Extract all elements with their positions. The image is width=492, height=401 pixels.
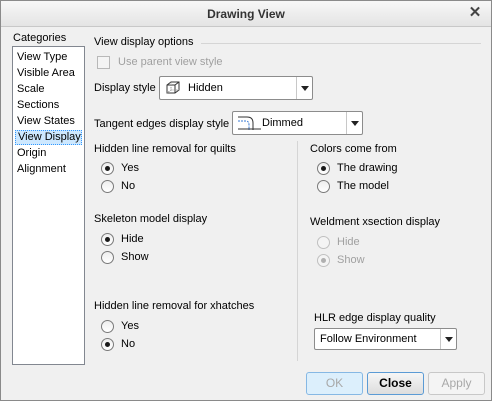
weldment-show-label: Show [337, 254, 365, 266]
hidden-line-cube-icon [166, 81, 180, 94]
tangent-edges-combo[interactable]: Dimmed [232, 111, 363, 135]
category-origin[interactable]: Origin [15, 146, 82, 161]
xhatches-yes-label: Yes [121, 320, 139, 332]
drawing-view-dialog: Drawing View ✕ Categories View Type Visi… [0, 0, 492, 401]
column-divider [297, 141, 298, 361]
close-button[interactable]: Close [367, 372, 424, 395]
category-alignment[interactable]: Alignment [15, 162, 82, 177]
tangent-edges-dropdown-button[interactable] [346, 112, 362, 134]
colors-model-radio[interactable] [317, 180, 330, 193]
hidden-line-xhatches-label: Hidden line removal for xhatches [94, 300, 255, 312]
ok-button[interactable]: OK [306, 372, 363, 395]
category-view-type[interactable]: View Type [15, 50, 82, 65]
xhatches-yes-radio[interactable] [101, 320, 114, 333]
hlr-quality-value: Follow Environment [320, 333, 417, 345]
chevron-down-icon [351, 121, 359, 126]
hlr-quality-label: HLR edge display quality [314, 312, 436, 324]
quilts-no-radio[interactable] [101, 180, 114, 193]
category-view-states[interactable]: View States [15, 114, 82, 129]
display-style-value: Hidden [188, 82, 223, 94]
category-scale[interactable]: Scale [15, 82, 82, 97]
hlr-quality-dropdown-button[interactable] [440, 329, 456, 349]
colors-drawing-label: The drawing [337, 162, 398, 174]
skeleton-hide-radio[interactable] [101, 233, 114, 246]
categories-list[interactable]: View Type Visible Area Scale Sections Vi… [12, 46, 85, 365]
colors-drawing-radio[interactable] [317, 162, 330, 175]
title-bar[interactable]: Drawing View ✕ [1, 1, 491, 27]
display-style-combo[interactable]: Hidden [159, 76, 313, 100]
close-icon[interactable]: ✕ [468, 5, 482, 21]
weldment-hide-radio[interactable] [317, 236, 330, 249]
apply-button[interactable]: Apply [428, 372, 485, 395]
chevron-down-icon [445, 337, 453, 342]
weldment-label: Weldment xsection display [310, 216, 441, 228]
display-style-dropdown-button[interactable] [296, 77, 312, 99]
dimmed-tangent-edge-icon [238, 116, 261, 130]
colors-from-label: Colors come from [310, 143, 397, 155]
dialog-title: Drawing View [207, 7, 285, 21]
weldment-show-radio[interactable] [317, 254, 330, 267]
skeleton-hide-label: Hide [121, 233, 144, 245]
use-parent-view-style-checkbox[interactable] [97, 56, 110, 69]
tangent-edges-label: Tangent edges display style [94, 118, 230, 130]
tangent-edges-value: Dimmed [262, 117, 303, 129]
category-visible-area[interactable]: Visible Area [15, 66, 82, 81]
quilts-no-label: No [121, 180, 136, 192]
category-view-display[interactable]: View Display [15, 130, 82, 145]
view-display-options-heading: View display options [94, 36, 194, 48]
skeleton-show-label: Show [121, 251, 149, 263]
colors-model-label: The model [337, 180, 389, 192]
skeleton-show-radio[interactable] [101, 251, 114, 264]
hlr-quality-combo[interactable]: Follow Environment [314, 328, 457, 350]
categories-label: Categories [13, 32, 67, 44]
chevron-down-icon [301, 86, 309, 91]
use-parent-view-style-label: Use parent view style [118, 56, 223, 68]
category-sections[interactable]: Sections [15, 98, 82, 113]
quilts-yes-radio[interactable] [101, 162, 114, 175]
quilts-yes-label: Yes [121, 162, 139, 174]
xhatches-no-radio[interactable] [101, 338, 114, 351]
heading-divider [201, 43, 481, 44]
weldment-hide-label: Hide [337, 236, 360, 248]
xhatches-no-label: No [121, 338, 136, 350]
skeleton-model-label: Skeleton model display [94, 213, 208, 225]
display-style-label: Display style [94, 82, 156, 94]
hidden-line-quilts-label: Hidden line removal for quilts [94, 143, 236, 155]
